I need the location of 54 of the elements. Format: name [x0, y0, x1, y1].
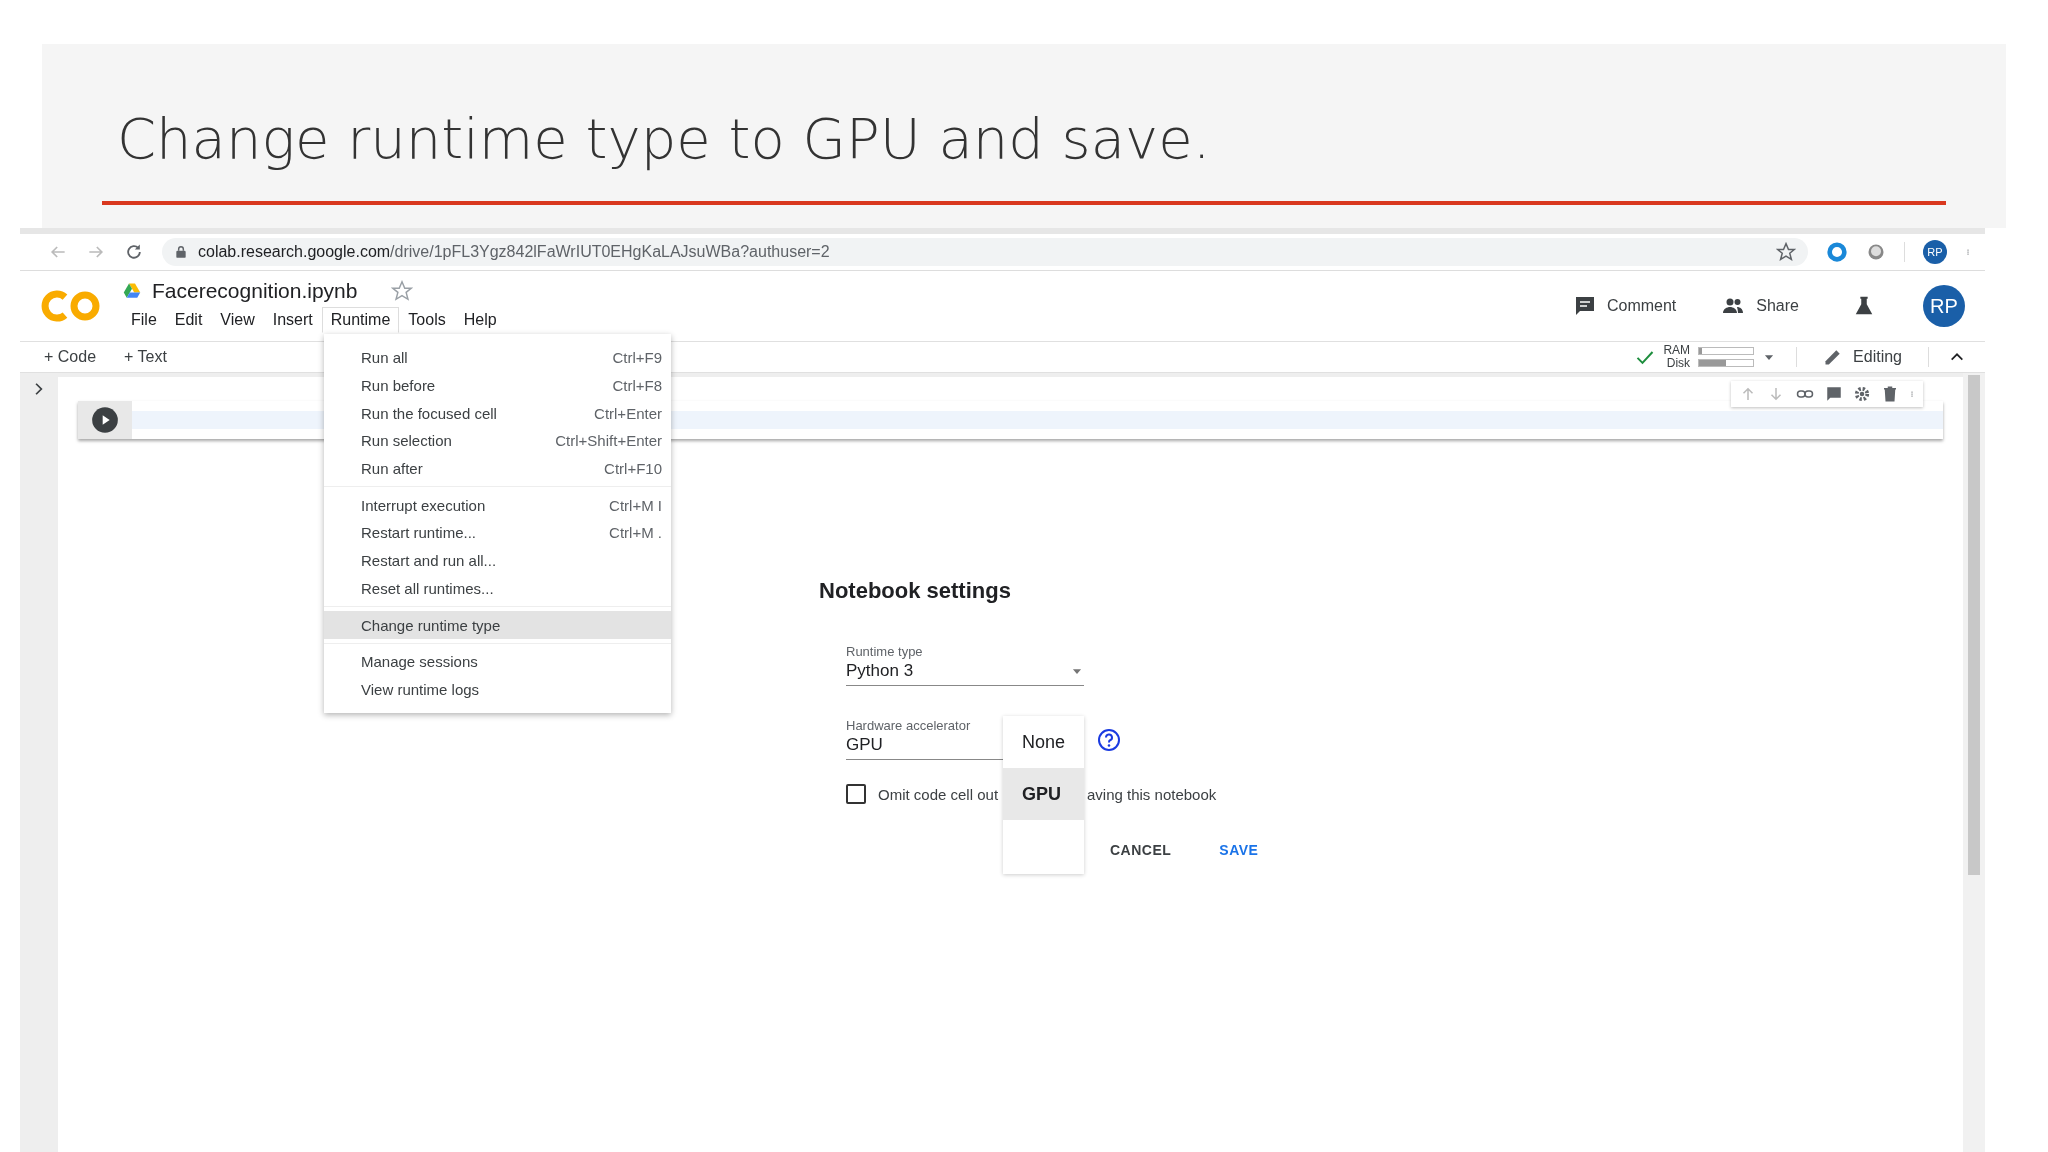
- menu-item[interactable]: Runtime: [321, 307, 400, 333]
- menu-item[interactable]: View: [211, 307, 264, 333]
- comment-icon: [1825, 385, 1843, 403]
- runtime-type-dropdown[interactable]: Runtime type Python 3: [846, 644, 1084, 686]
- menu-item[interactable]: Manage sessions: [324, 647, 671, 676]
- notebook-title[interactable]: Facerecognition.ipynb: [152, 279, 358, 303]
- toolbar-button[interactable]: + Code: [40, 346, 101, 368]
- menu-item[interactable]: Run all Ctrl+F9: [324, 344, 671, 372]
- menu-item[interactable]: Restart and run all...: [324, 546, 671, 575]
- menu-item[interactable]: Run the focused cell Ctrl+Enter: [324, 399, 671, 428]
- trash-icon: [1881, 385, 1899, 403]
- avatar[interactable]: RP: [1923, 285, 1965, 327]
- checkbox-label: aving this notebook: [1087, 785, 1217, 803]
- menu-item[interactable]: View runtime logs: [324, 675, 671, 704]
- menu-item[interactable]: Change runtime type: [324, 611, 671, 639]
- resource-label: Disk: [1666, 357, 1691, 370]
- flask-icon: [1853, 295, 1875, 317]
- menu-item[interactable]: Tools: [399, 307, 455, 333]
- scrollbar[interactable]: [1968, 375, 1980, 875]
- avatar[interactable]: RP: [1923, 240, 1947, 264]
- settings-icon: [1853, 385, 1871, 403]
- star-icon: [391, 280, 414, 302]
- ring-icon: [1826, 241, 1848, 263]
- checkbox[interactable]: [846, 784, 866, 804]
- slide-title: Change runtime type to GPU and save.: [117, 106, 1211, 171]
- menu-item[interactable]: Interrupt execution Ctrl+M I: [324, 491, 671, 520]
- resource-label: RAM: [1663, 344, 1691, 357]
- share-button[interactable]: Share: [1714, 293, 1805, 319]
- comment-button[interactable]: Comment: [1566, 293, 1683, 319]
- dialog-title: Notebook settings: [819, 578, 1011, 604]
- checkbox-label: Omit code cell out: [878, 785, 1000, 803]
- save-button[interactable]: SAVE: [1215, 840, 1263, 860]
- ball-icon: [1866, 242, 1886, 262]
- menu-item[interactable]: Run selection Ctrl+Shift+Enter: [324, 427, 671, 455]
- cancel-button[interactable]: CANCEL: [1106, 840, 1176, 860]
- menu-item[interactable]: Run before Ctrl+F8: [324, 371, 671, 400]
- drive-icon: [122, 282, 142, 300]
- address-bar[interactable]: colab.research.google.com/drive/1pFL3Ygz842lFaWrIUT0EHgKaLAJsuWBa?authuser=2: [162, 238, 1808, 266]
- dropdown-option[interactable]: GPU: [1003, 768, 1084, 820]
- star-icon: [1776, 242, 1796, 262]
- menu-item[interactable]: Insert: [263, 307, 322, 333]
- menu-item[interactable]: File: [122, 307, 166, 333]
- menu-item[interactable]: Edit: [165, 307, 212, 333]
- lock-icon: [174, 244, 188, 260]
- toolbar-button[interactable]: + Text: [120, 346, 171, 368]
- help-icon: [1097, 728, 1121, 752]
- run-button-icon: [91, 406, 119, 434]
- editing-button[interactable]: Editing: [1817, 346, 1908, 368]
- menu-item[interactable]: Restart runtime... Ctrl+M .: [324, 519, 671, 547]
- menu-item[interactable]: Help: [454, 307, 506, 333]
- menu-item[interactable]: Run after Ctrl+F10: [324, 454, 671, 483]
- reload-icon: [124, 242, 144, 262]
- dropdown-option[interactable]: None: [1003, 716, 1084, 768]
- menu-item[interactable]: Reset all runtimes...: [324, 574, 671, 603]
